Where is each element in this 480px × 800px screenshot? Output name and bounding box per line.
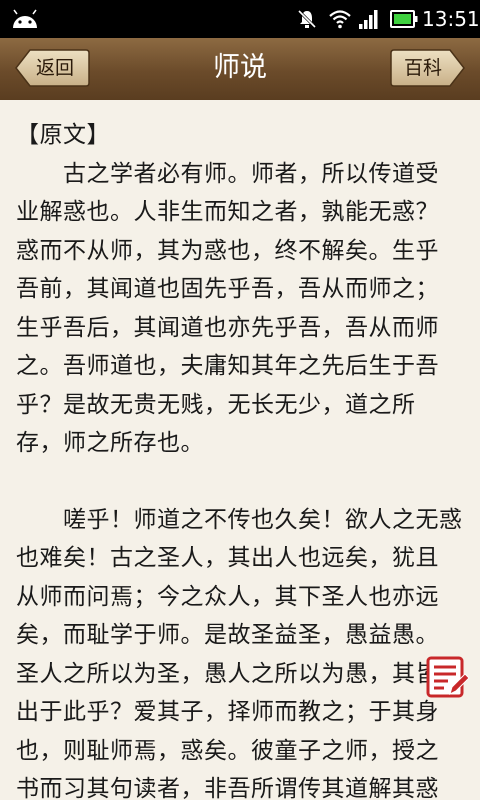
article-content[interactable]: 【原文】 古之学者必有师。师者，所以传道受 业解惑也。人非生而知之者，孰能无惑？… bbox=[0, 100, 480, 800]
text-line: 之。吾师道也，夫庸知其年之先后生于吾 bbox=[16, 353, 439, 379]
status-bar: 13:51 bbox=[0, 0, 480, 38]
title-bar: 返回 师说 百科 bbox=[0, 38, 480, 101]
text-line: 古之学者必有师。师者，所以传道受 bbox=[16, 160, 439, 187]
text-line: 圣人之所以为圣，愚人之所以为愚，其皆 bbox=[16, 660, 439, 687]
status-time: 13:51 bbox=[422, 7, 480, 31]
text-line: 出于此乎？爱其子，择师而教之；于其身 bbox=[16, 699, 439, 725]
battery-icon bbox=[390, 10, 418, 28]
text-line: 惑而不从师，其为惑也，终不解矣。生乎 bbox=[16, 237, 439, 264]
text-line: 业解惑也。人非生而知之者，孰能无惑？ bbox=[16, 199, 439, 225]
text-line: 书而习其句读者，非吾所谓传其道解其惑 bbox=[16, 776, 439, 800]
page-title: 师说 bbox=[213, 52, 267, 83]
android-notification-icon bbox=[13, 9, 37, 28]
signal-icon bbox=[359, 10, 378, 29]
wiki-button[interactable]: 百科 bbox=[390, 48, 466, 88]
back-button-label: 返回 bbox=[36, 57, 75, 79]
text-line: 也难矣！古之圣人，其出人也远矣，犹且 bbox=[16, 545, 439, 571]
section-heading: 【原文】 bbox=[16, 122, 110, 148]
text-line: 存，师之所存也。 bbox=[16, 430, 204, 456]
mute-icon bbox=[297, 9, 317, 29]
text-line: 矣，而耻学于师。是故圣益圣，愚益愚。 bbox=[16, 622, 439, 648]
note-edit-icon[interactable] bbox=[426, 656, 470, 700]
text-line: 吾前，其闻道也固先乎吾，吾从而师之； bbox=[16, 276, 439, 302]
text-line: 也，则耻师焉，惑矣。彼童子之师，授之 bbox=[16, 737, 439, 764]
text-line: 乎？是故无贵无贱，无长无少，道之所 bbox=[16, 391, 416, 418]
wifi-icon bbox=[329, 10, 351, 29]
wiki-button-label: 百科 bbox=[404, 57, 443, 79]
back-button[interactable]: 返回 bbox=[14, 48, 90, 88]
text-line: 从师而问焉；今之众人，其下圣人也亦远 bbox=[16, 583, 439, 610]
text-line: 生乎吾后，其闻道也亦先乎吾，吾从而师 bbox=[16, 314, 439, 341]
text-line: 嗟乎！师道之不传也久矣！欲人之无惑 bbox=[16, 506, 463, 533]
